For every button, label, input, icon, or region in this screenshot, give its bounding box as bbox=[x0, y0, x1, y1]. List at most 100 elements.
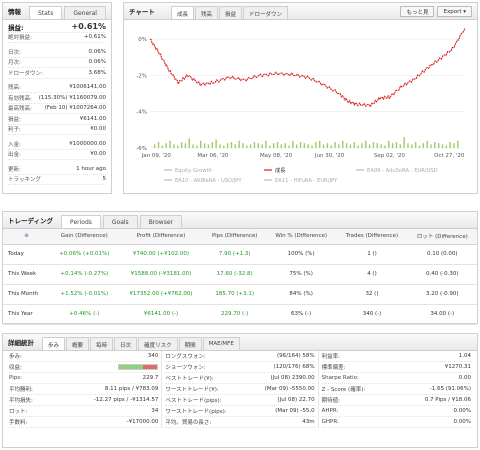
profit-bar bbox=[322, 144, 325, 148]
profit-bar bbox=[426, 140, 428, 148]
profit-bar bbox=[361, 143, 363, 148]
table-cell: 84% (%) bbox=[265, 284, 337, 305]
profit-bar bbox=[399, 144, 401, 148]
profit-bar bbox=[372, 142, 375, 148]
profit-bar bbox=[395, 142, 398, 148]
tab-growth[interactable]: 成長 bbox=[170, 6, 194, 19]
stat-row: ショーツウォン: (120/176) 68% bbox=[165, 362, 315, 373]
stat-row: 利益率: 1.04 bbox=[321, 351, 471, 362]
profit-bar bbox=[388, 140, 390, 148]
export-button[interactable]: Export ▾ bbox=[437, 6, 472, 17]
profit-bar bbox=[441, 144, 444, 148]
profit-bar-win bbox=[119, 365, 144, 369]
profit-bar bbox=[284, 143, 286, 148]
stat-key: ワーストトレード(pips): bbox=[165, 409, 227, 415]
tab-profit[interactable]: 損益 bbox=[218, 6, 242, 19]
profit-bar bbox=[315, 142, 317, 148]
table-cell: 17.60 (-32.8) bbox=[203, 264, 266, 285]
stat-key: 利益率: bbox=[321, 354, 341, 360]
growth-line bbox=[149, 27, 466, 109]
stat-key: ロングスウォン: bbox=[165, 354, 206, 360]
tab-browser[interactable]: Browser bbox=[139, 215, 183, 228]
tab-drawdown[interactable]: ドローダウン bbox=[242, 6, 288, 19]
stat-key: 平均勝利: bbox=[9, 387, 33, 393]
profit-bar bbox=[453, 143, 455, 148]
profit-bar bbox=[391, 143, 394, 148]
profit-bar bbox=[326, 143, 329, 148]
info-row: 残高: ¥1006141.00 bbox=[8, 83, 106, 93]
tab-hourly[interactable]: 毎時 bbox=[90, 337, 114, 350]
profit-bar bbox=[169, 140, 171, 148]
info-header: 情報 Stats General bbox=[3, 3, 111, 20]
stats-col-2: ロングスウォン: (96/164) 58% ショーツウォン: (120/176) 68… bbox=[162, 351, 319, 428]
info-value: ¥0.00 bbox=[90, 126, 106, 133]
info-value: ¥1006141.00 bbox=[69, 84, 106, 91]
stat-key: ベストトレード(¥): bbox=[165, 376, 214, 382]
info-panel: 情報 Stats General 損益: +0.61% 絶対損益: +0.61% 日次:… bbox=[2, 2, 112, 194]
stat-value: 0.00 bbox=[458, 375, 471, 381]
info-value: ¥1000000.00 bbox=[69, 140, 106, 147]
tab-goals[interactable]: Goals bbox=[102, 215, 138, 228]
stat-key: ベストトレード(pips): bbox=[165, 398, 222, 404]
profit-bar bbox=[242, 143, 244, 148]
info-key: トラッキング bbox=[8, 177, 41, 184]
stats-col-3: 利益率: 1.04 標準偏差: ¥1270.31 Sharpe Ratio: 0.00 Z … bbox=[319, 351, 474, 428]
table-row[interactable]: This Year +0.46% (-) ¥6141.00 (-) 229.70 (-… bbox=[3, 304, 477, 325]
stat-key: 平均。貿易の長さ: bbox=[165, 420, 212, 426]
info-row: 日次: 0.06% bbox=[8, 47, 106, 58]
table-cell: 0.10 (0.00) bbox=[407, 244, 477, 265]
table-row[interactable]: This Month +1.52% (-0.01%) ¥17352.00 (+¥76… bbox=[3, 284, 477, 305]
profit-bar bbox=[177, 145, 179, 148]
column-header: Profit (Difference) bbox=[118, 229, 204, 245]
expand-icon[interactable]: ⊕ bbox=[3, 229, 51, 245]
column-header: Win % (Difference) bbox=[265, 229, 337, 245]
table-cell: +1.52% (-0.01%) bbox=[50, 284, 119, 305]
profit-bar bbox=[334, 142, 336, 148]
table-cell: 75% (%) bbox=[265, 264, 337, 285]
info-row: トラッキング 5 bbox=[8, 175, 106, 185]
tab-daily[interactable]: 日次 bbox=[114, 337, 138, 350]
tab-mae-mfe[interactable]: MAE/MFE bbox=[202, 337, 240, 350]
table-row[interactable]: This Week +0.14% (-0.27%) ¥1588.00 (-¥3181… bbox=[3, 264, 477, 285]
trading-panel: トレーディング Periods Goals Browser ⊕ Gain (Dif… bbox=[2, 211, 478, 325]
profit-bar bbox=[157, 142, 160, 148]
info-key: 絶対損益: bbox=[8, 35, 32, 42]
profit-bar bbox=[342, 140, 344, 148]
tab-risk[interactable]: 確度リスク bbox=[138, 337, 178, 350]
tab-steps[interactable]: 歩み bbox=[42, 337, 66, 350]
info-row: 入金: ¥1000000.00 bbox=[8, 139, 106, 150]
profit-bar bbox=[272, 143, 275, 148]
profit-bar bbox=[311, 145, 313, 148]
profit-bar bbox=[295, 144, 298, 148]
table-row[interactable]: Today +0.06% (+0.01%) ¥740.00 (+¥102.00) 7.… bbox=[3, 244, 477, 265]
stat-row: Z - Score (確率): -1.65 (91.06%) bbox=[321, 384, 471, 395]
chart-header: チャート 成長 残高 損益 ドローダウン もっと見 Export ▾ bbox=[124, 3, 477, 20]
table-cell: 7.90 (+1.3) bbox=[203, 244, 266, 265]
table-cell: ¥1588.00 (-¥3181.00) bbox=[118, 264, 204, 285]
table-cell: 63% (-) bbox=[265, 304, 337, 325]
tab-summary[interactable]: 概要 bbox=[66, 337, 90, 350]
stat-row: Pips: 229.7 bbox=[9, 373, 159, 384]
period-label: This Week bbox=[3, 264, 51, 285]
info-value: (Feb 10) ¥1007264.00 bbox=[44, 105, 106, 112]
legend-label: Equity Growth bbox=[175, 168, 212, 174]
stat-value: 8.11 pips / ¥783.09 bbox=[104, 386, 159, 392]
profit-bar bbox=[192, 144, 194, 148]
stat-row: 平均勝利: 8.11 pips / ¥783.09 bbox=[9, 384, 159, 395]
profit-bar bbox=[299, 142, 302, 148]
more-button[interactable]: もっと見 bbox=[400, 6, 435, 17]
tab-general[interactable]: General bbox=[64, 6, 106, 19]
x-tick-label: May 08, '20 bbox=[260, 153, 293, 159]
legend-label: EA10 - AKIBeRA - USD/JPY bbox=[175, 178, 242, 184]
period-label: Today bbox=[3, 244, 51, 265]
tab-duration[interactable]: 期間 bbox=[178, 337, 202, 350]
table-cell: 100% (%) bbox=[265, 244, 337, 265]
profit-bar bbox=[307, 144, 309, 148]
profit-bar bbox=[430, 144, 432, 148]
tab-stats[interactable]: Stats bbox=[29, 6, 63, 19]
tab-periods[interactable]: Periods bbox=[61, 215, 101, 228]
x-tick-label: Jun 30, '20 bbox=[314, 153, 345, 159]
profit-bar bbox=[414, 142, 417, 148]
tab-balance[interactable]: 残高 bbox=[194, 6, 218, 19]
info-key: 有効残高: bbox=[8, 95, 32, 102]
